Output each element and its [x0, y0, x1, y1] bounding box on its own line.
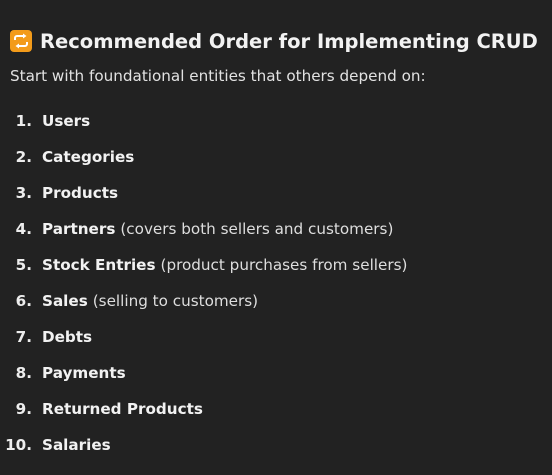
list-item-number: 6.	[15, 292, 32, 310]
list-item-note: (selling to customers)	[92, 292, 259, 310]
list-item-number: 7.	[15, 328, 32, 346]
list-item-number: 9.	[15, 400, 32, 418]
list-item-number: 1.	[15, 112, 32, 130]
list-item-number: 8.	[15, 364, 32, 382]
list-item: 7. Debts	[0, 319, 407, 355]
ordered-list: 1. Users 2. Categories 3. Products 4. Pa…	[0, 103, 407, 463]
list-item-note: (covers both sellers and customers)	[120, 220, 394, 238]
list-item: 10. Salaries	[0, 427, 407, 463]
list-item: 8. Payments	[0, 355, 407, 391]
section-title: Recommended Order for Implementing CRUD	[40, 29, 538, 53]
list-item-note: (product purchases from sellers)	[160, 256, 408, 274]
list-item-number: 4.	[15, 220, 32, 238]
list-item-title: Returned Products	[42, 400, 203, 418]
repeat-arrows-icon	[10, 30, 32, 52]
list-item: 6. Sales (selling to customers)	[0, 283, 407, 319]
list-item-number: 3.	[15, 184, 32, 202]
list-item-title: Categories	[42, 148, 135, 166]
list-item-title: Stock Entries	[42, 256, 156, 274]
list-item: 9. Returned Products	[0, 391, 407, 427]
list-item-title: Products	[42, 184, 119, 202]
list-item-number: 5.	[15, 256, 32, 274]
chat-message: Recommended Order for Implementing CRUD …	[0, 0, 552, 475]
list-item-title: Partners	[42, 220, 116, 238]
intro-text: Start with foundational entities that ot…	[10, 67, 426, 85]
list-item-title: Users	[42, 112, 91, 130]
list-item: 4. Partners (covers both sellers and cus…	[0, 211, 407, 247]
list-item-title: Sales	[42, 292, 88, 310]
list-item: 3. Products	[0, 175, 407, 211]
list-item-title: Payments	[42, 364, 126, 382]
section-heading: Recommended Order for Implementing CRUD	[10, 28, 538, 54]
list-item-number: 10.	[5, 436, 32, 454]
list-item-number: 2.	[15, 148, 32, 166]
list-item-title: Salaries	[42, 436, 111, 454]
list-item: 2. Categories	[0, 139, 407, 175]
list-item: 5. Stock Entries (product purchases from…	[0, 247, 408, 283]
list-item-title: Debts	[42, 328, 93, 346]
list-item: 1. Users	[0, 103, 407, 139]
